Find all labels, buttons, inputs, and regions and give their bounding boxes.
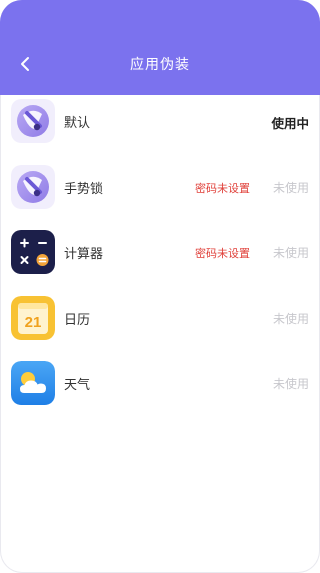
header-bar: 应用伪装 bbox=[0, 0, 320, 95]
password-warning: 密码未设置 bbox=[195, 182, 250, 195]
app-name-label: 日历 bbox=[64, 313, 91, 328]
mask-app-icon bbox=[11, 165, 55, 209]
app-name-label: 默认 bbox=[64, 116, 91, 131]
mask-app-icon bbox=[11, 99, 55, 143]
phone-screen: 应用伪装 默认 使用中 手势锁 密码未设置 未使用 计算器 密码未设置 未使用 … bbox=[0, 0, 320, 573]
status-label: 未使用 bbox=[272, 312, 309, 326]
list-item-weather[interactable]: 天气 未使用 bbox=[0, 352, 320, 412]
app-name-label: 手势锁 bbox=[64, 182, 104, 197]
app-name-label: 天气 bbox=[64, 378, 91, 393]
page-title: 应用伪装 bbox=[130, 57, 190, 73]
status-label: 未使用 bbox=[272, 181, 309, 195]
list-item-calculator[interactable]: 计算器 密码未设置 未使用 bbox=[0, 221, 320, 281]
calculator-icon bbox=[11, 230, 55, 274]
list-item-gesture-lock[interactable]: 手势锁 密码未设置 未使用 bbox=[0, 156, 320, 216]
status-label: 未使用 bbox=[272, 246, 309, 260]
password-warning: 密码未设置 bbox=[195, 247, 250, 260]
status-label-active: 使用中 bbox=[271, 116, 309, 131]
calendar-icon: 21 bbox=[11, 296, 55, 340]
weather-icon bbox=[11, 361, 55, 405]
calendar-day-number: 21 bbox=[25, 314, 42, 331]
app-name-label: 计算器 bbox=[64, 247, 104, 262]
status-label: 未使用 bbox=[272, 377, 309, 391]
list-item-default[interactable]: 默认 使用中 bbox=[0, 90, 320, 150]
list-item-calendar[interactable]: 21 日历 未使用 bbox=[0, 287, 320, 347]
